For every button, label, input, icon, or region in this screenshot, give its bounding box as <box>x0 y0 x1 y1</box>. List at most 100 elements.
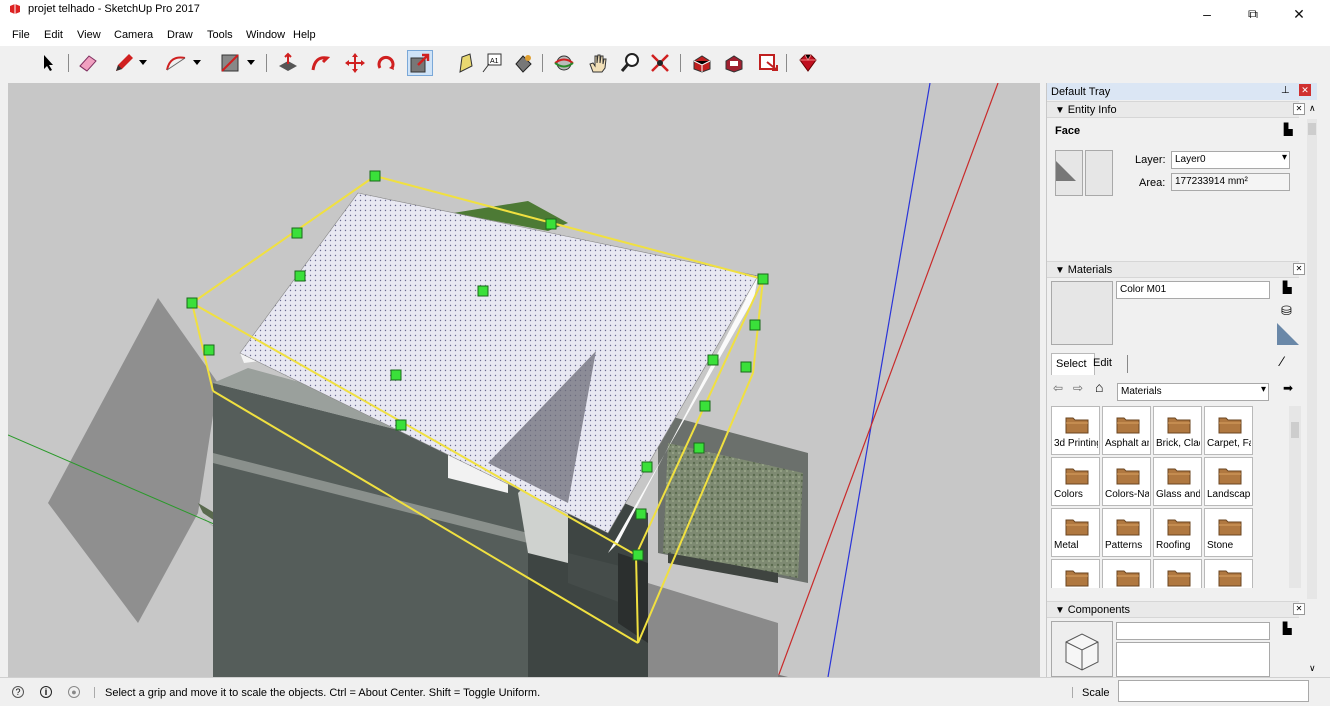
chevron-down-icon[interactable] <box>136 51 150 75</box>
panel-close-icon[interactable]: ✕ <box>1293 103 1305 115</box>
detail-toggle-icon[interactable]: ▙ <box>1283 622 1291 635</box>
measurements-label: Scale <box>1082 687 1110 699</box>
tray-close-icon[interactable]: ✕ <box>1299 84 1311 96</box>
front-face-swatch[interactable] <box>1055 150 1083 196</box>
select-icon[interactable] <box>36 51 60 75</box>
material-item[interactable]: Window <box>1204 559 1253 588</box>
layer-select[interactable]: Layer0 ▾ <box>1171 151 1290 169</box>
material-item[interactable]: Patterns <box>1102 508 1151 557</box>
follow-me-icon[interactable] <box>308 51 332 75</box>
materials-grid: 3d Printing Asphalt and Concrete Brick, Cl… <box>1051 406 1255 588</box>
text-icon[interactable]: A1 <box>480 51 504 75</box>
material-item[interactable]: Carpet, Fabric <box>1204 406 1253 455</box>
scroll-up-icon[interactable]: ∧ <box>1309 103 1316 114</box>
user-icon[interactable]: ● <box>68 686 80 698</box>
geo-location-icon[interactable]: ? <box>12 686 24 698</box>
material-item[interactable]: Tile <box>1102 559 1151 588</box>
chevron-down-icon[interactable] <box>244 51 258 75</box>
panel-close-icon[interactable]: ✕ <box>1293 603 1305 615</box>
warehouse-icon[interactable] <box>690 51 714 75</box>
home-icon[interactable]: ⌂ <box>1095 379 1103 395</box>
layout-icon[interactable] <box>756 51 780 75</box>
area-value: 177233914 mm² <box>1175 176 1248 187</box>
material-name-input[interactable]: Color M01 <box>1116 281 1270 299</box>
scroll-down-icon[interactable]: ∨ <box>1309 663 1316 674</box>
material-item-label: Colors-Named <box>1105 489 1149 500</box>
components-header[interactable]: ▼ Components <box>1047 601 1299 618</box>
chevron-down-icon: ▾ <box>1260 384 1266 395</box>
menu-draw[interactable]: Draw <box>167 29 193 41</box>
forward-icon[interactable]: ⇨ <box>1073 381 1083 395</box>
detail-toggle-icon[interactable]: ▙ <box>1283 281 1291 294</box>
create-material-icon[interactable]: ⛁ <box>1281 303 1292 319</box>
material-item[interactable]: Landscaping <box>1204 457 1253 506</box>
credits-icon[interactable]: i <box>40 686 52 698</box>
material-item[interactable]: Water <box>1153 559 1202 588</box>
folder-icon <box>1116 417 1140 434</box>
material-item[interactable]: Asphalt and Concrete <box>1102 406 1151 455</box>
push-pull-icon[interactable] <box>276 51 300 75</box>
zoom-extents-icon[interactable] <box>648 51 672 75</box>
move-icon[interactable] <box>343 51 367 75</box>
material-item[interactable]: 3d Printing <box>1051 406 1100 455</box>
material-item[interactable]: Brick, Cladding and Siding <box>1153 406 1202 455</box>
material-item[interactable]: Colors <box>1051 457 1100 506</box>
folder-icon <box>1218 468 1242 485</box>
tray-scrollbar[interactable] <box>1307 119 1317 599</box>
menu-help[interactable]: Help <box>293 29 316 41</box>
sample-paint-icon[interactable]: ⁄ <box>1281 353 1283 369</box>
material-item-label: Brick, Cladding and Siding <box>1156 438 1200 449</box>
offset-icon[interactable] <box>454 51 478 75</box>
menu-view[interactable]: View <box>77 29 101 41</box>
details-arrow-icon[interactable]: ➡ <box>1283 381 1293 395</box>
eraser-icon[interactable] <box>76 51 100 75</box>
material-item[interactable]: Metal <box>1051 508 1100 557</box>
tab-select[interactable]: Select <box>1051 353 1095 375</box>
folder-icon <box>1065 519 1089 536</box>
component-name-input[interactable] <box>1116 622 1270 640</box>
pan-icon[interactable] <box>586 51 610 75</box>
model-viewport[interactable] <box>8 83 1040 677</box>
orbit-icon[interactable] <box>552 51 576 75</box>
arc-icon[interactable] <box>164 51 188 75</box>
materials-header[interactable]: ▼ Materials <box>1047 261 1299 278</box>
extension-warehouse-icon[interactable] <box>722 51 746 75</box>
detail-toggle-icon[interactable]: ▙ <box>1284 123 1292 136</box>
zoom-icon[interactable] <box>618 51 642 75</box>
material-item[interactable]: Synthetic <box>1051 559 1100 588</box>
pencil-line-icon[interactable] <box>112 51 136 75</box>
panel-close-icon[interactable]: ✕ <box>1293 263 1305 275</box>
chevron-down-icon[interactable] <box>190 51 204 75</box>
ruby-icon[interactable] <box>796 51 820 75</box>
menu-edit[interactable]: Edit <box>44 29 63 41</box>
measurements-input[interactable] <box>1118 680 1309 702</box>
menu-tools[interactable]: Tools <box>207 29 233 41</box>
component-description[interactable] <box>1116 642 1270 677</box>
paint-bucket-icon[interactable] <box>511 51 535 75</box>
tab-edit[interactable]: Edit <box>1093 357 1112 369</box>
folder-icon <box>1116 468 1140 485</box>
back-face-swatch[interactable] <box>1085 150 1113 196</box>
materials-scrollbar[interactable] <box>1289 406 1301 588</box>
menu-file[interactable]: File <box>12 29 30 41</box>
material-item[interactable]: Stone <box>1204 508 1253 557</box>
menu-camera[interactable]: Camera <box>114 29 153 41</box>
status-message: Select a grip and move it to scale the o… <box>105 687 541 699</box>
pin-icon[interactable]: ⊥ <box>1281 85 1290 96</box>
menu-bar: File Edit View Camera Draw Tools Window … <box>0 18 1330 46</box>
entity-info-header[interactable]: ▼ Entity Info <box>1047 101 1299 118</box>
collapse-arrow-icon: ▼ <box>1055 605 1068 616</box>
material-item[interactable]: Glass and Mirrors <box>1153 457 1202 506</box>
default-material-icon[interactable] <box>1277 323 1299 345</box>
material-item[interactable]: Roofing <box>1153 508 1202 557</box>
material-name: Color M01 <box>1120 284 1167 295</box>
rotate-icon[interactable] <box>374 51 398 75</box>
scale-icon[interactable] <box>407 50 433 76</box>
back-icon[interactable]: ⇦ <box>1053 381 1063 395</box>
material-item[interactable]: Colors-Named <box>1102 457 1151 506</box>
menu-window[interactable]: Window <box>246 29 285 41</box>
material-item-label: Stone <box>1207 540 1234 551</box>
rectangle-icon[interactable] <box>218 51 242 75</box>
library-select[interactable]: Materials ▾ <box>1117 383 1269 401</box>
materials-title: Materials <box>1067 264 1113 276</box>
